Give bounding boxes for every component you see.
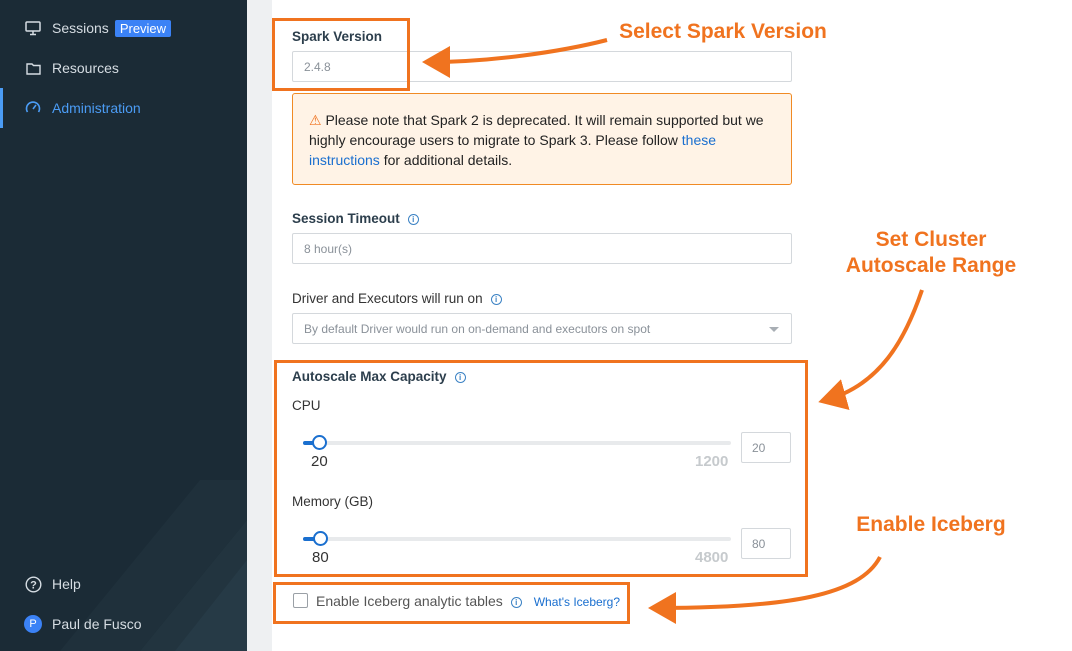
annotation-spark: Select Spark Version (619, 20, 827, 43)
help-icon: ? (24, 575, 42, 593)
sidebar-item-resources[interactable]: Resources (0, 48, 247, 88)
iceberg-highlight (273, 582, 630, 624)
sidebar-item-label: Help (52, 576, 81, 592)
session-timeout-label: Session Timeout i (292, 211, 419, 226)
chevron-down-icon (769, 327, 779, 332)
info-icon[interactable]: i (407, 214, 419, 225)
warning-icon: ⚠ (309, 112, 322, 128)
deprecation-warning: ⚠ Please note that Spark 2 is deprecated… (292, 93, 792, 185)
sidebar-item-label: Sessions (52, 20, 109, 36)
content-gutter (247, 0, 272, 651)
user-menu[interactable]: P Paul de Fusco (0, 604, 247, 644)
folder-icon (24, 59, 42, 77)
svg-text:?: ? (30, 579, 37, 591)
driver-executors-label: Driver and Executors will run on i (292, 291, 502, 306)
sidebar: Sessions Preview Resources Administratio… (0, 0, 247, 651)
sidebar-item-help[interactable]: ? Help (0, 564, 247, 604)
info-icon[interactable]: i (490, 294, 502, 305)
session-timeout-input[interactable]: 8 hour(s) (292, 233, 792, 264)
monitor-icon (24, 19, 42, 37)
user-name: Paul de Fusco (52, 616, 142, 632)
sidebar-item-label: Administration (52, 100, 141, 116)
annotation-iceberg: Enable Iceberg (856, 513, 1006, 536)
autoscale-highlight (274, 360, 808, 577)
sidebar-item-sessions[interactable]: Sessions Preview (0, 8, 247, 48)
preview-badge: Preview (114, 19, 172, 37)
sidebar-item-administration[interactable]: Administration (0, 88, 247, 128)
avatar: P (24, 615, 42, 633)
driver-executors-select[interactable]: By default Driver would run on on-demand… (292, 313, 792, 344)
annotation-autoscale: Set Cluster Autoscale Range (845, 228, 1017, 277)
sidebar-item-label: Resources (52, 60, 119, 76)
spark-version-highlight (272, 18, 410, 91)
gauge-icon (24, 99, 42, 117)
